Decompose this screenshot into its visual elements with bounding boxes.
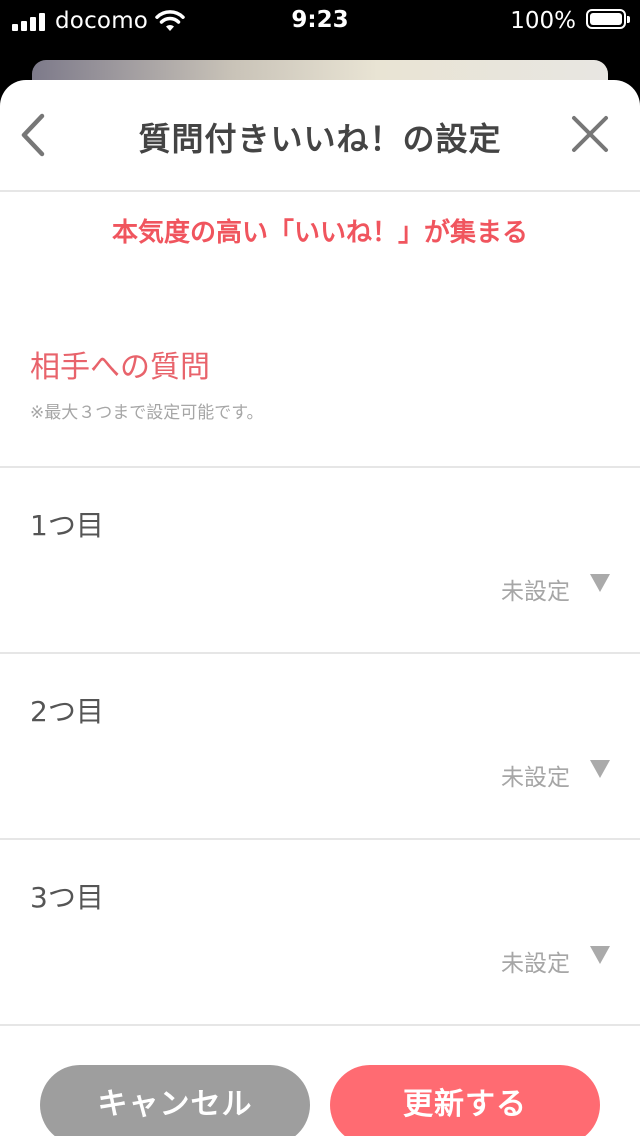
question-select-value[interactable]: 未設定: [501, 572, 570, 606]
question-row-3[interactable]: 3つ目 未設定: [0, 838, 640, 1024]
question-like-settings-sheet: 質問付きいいね！の設定 本気度の高い「いいね！」が集まる 相手への質問 ※最大３…: [0, 80, 640, 1136]
section-note: ※最大３つまで設定可能です。: [30, 403, 264, 423]
caret-down-icon[interactable]: [590, 574, 610, 592]
section-heading: 相手への質問: [30, 350, 210, 385]
question-row-1[interactable]: 1つ目 未設定: [0, 466, 640, 652]
close-icon[interactable]: [568, 112, 612, 156]
battery-icon: [586, 9, 630, 29]
divider: [0, 1024, 640, 1026]
caret-down-icon[interactable]: [590, 760, 610, 778]
cancel-button[interactable]: キャンセル: [40, 1065, 310, 1136]
sheet-header: 質問付きいいね！の設定: [0, 80, 640, 192]
tagline: 本気度の高い「いいね！」が集まる: [111, 218, 528, 248]
question-label: 3つ目: [30, 881, 104, 914]
caret-down-icon[interactable]: [590, 946, 610, 964]
question-label: 1つ目: [30, 509, 104, 542]
question-select-value[interactable]: 未設定: [501, 944, 570, 978]
battery-percent: 100%: [510, 8, 576, 34]
update-button[interactable]: 更新する: [330, 1065, 600, 1136]
question-select-value[interactable]: 未設定: [501, 758, 570, 792]
question-row-2[interactable]: 2つ目 未設定: [0, 652, 640, 838]
question-label: 2つ目: [30, 695, 104, 728]
page-title: 質問付きいいね！の設定: [138, 120, 502, 158]
status-bar: docomo 9:23 100%: [0, 0, 640, 42]
